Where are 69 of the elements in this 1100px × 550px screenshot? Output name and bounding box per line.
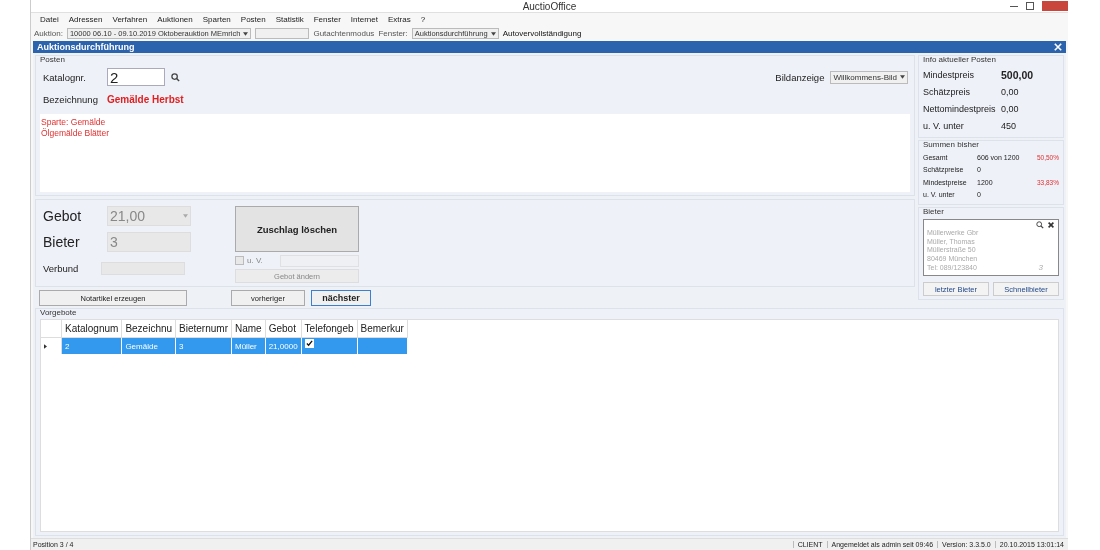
column-header[interactable]: Bieternumr bbox=[175, 320, 232, 338]
caret-icon bbox=[183, 214, 188, 218]
search-icon[interactable] bbox=[171, 72, 180, 82]
caret-icon bbox=[490, 31, 496, 36]
designation-label: Bezeichnung bbox=[42, 93, 99, 105]
auction-label: Auktion: bbox=[34, 29, 63, 38]
image-display-label: Bildanzeige bbox=[775, 71, 825, 83]
menu-item[interactable]: Adressen bbox=[63, 15, 108, 24]
minimize-icon[interactable] bbox=[1010, 5, 1018, 7]
column-header[interactable]: Name bbox=[231, 320, 266, 338]
search-icon[interactable] bbox=[1036, 221, 1044, 229]
group-bid-field[interactable] bbox=[101, 261, 185, 275]
row-pointer-icon bbox=[44, 343, 47, 349]
note-line: Ölgemälde Blätter bbox=[41, 128, 111, 139]
note-line: Sparte: Gemälde bbox=[41, 117, 107, 128]
column-header[interactable]: Bezeichnu bbox=[121, 320, 176, 338]
menu-item[interactable]: ? bbox=[415, 15, 431, 24]
column-header[interactable]: Telefongeb bbox=[301, 320, 358, 338]
info-label: u. V. unter bbox=[923, 120, 965, 131]
column-header[interactable]: Katalognum bbox=[61, 320, 122, 338]
menu-item[interactable]: Posten bbox=[235, 15, 271, 24]
menu-item[interactable]: Fenster bbox=[308, 15, 346, 24]
menu-item[interactable]: Verfahren bbox=[107, 15, 153, 24]
info-label: Schätzpreis bbox=[923, 86, 972, 97]
group-legend: Info aktueller Posten bbox=[923, 55, 996, 64]
group-legend: Summen bisher bbox=[923, 140, 980, 149]
notes-area[interactable]: Sparte: Gemälde Ölgemälde Blätter bbox=[40, 114, 910, 192]
child-window-title: Auktionsdurchführung bbox=[37, 42, 135, 52]
group-legend: Vorgebote bbox=[40, 308, 77, 317]
menu-item[interactable]: Extras bbox=[383, 15, 416, 24]
checkbox[interactable] bbox=[304, 339, 314, 348]
column-header[interactable]: Gebot bbox=[265, 320, 302, 338]
close-icon[interactable] bbox=[1054, 43, 1062, 51]
designation-value: Gemälde Herbst bbox=[107, 93, 184, 105]
info-value: 0,00 bbox=[1001, 103, 1019, 114]
info-label: Mindestpreis bbox=[923, 69, 976, 80]
group-legend: Bieter bbox=[923, 207, 944, 216]
checkbox[interactable] bbox=[235, 256, 244, 265]
group-legend: Posten bbox=[40, 55, 65, 64]
clear-hammer-button[interactable]: Zuschlag löschen bbox=[235, 206, 359, 252]
maximize-icon[interactable] bbox=[1026, 2, 1034, 10]
info-label: Nettomindestpreis bbox=[923, 103, 997, 114]
bidder-number: 3 bbox=[1038, 263, 1043, 273]
group-bid-label: Verbund bbox=[42, 262, 80, 274]
catalog-field[interactable]: 2 bbox=[107, 68, 165, 86]
window-title: AuctioOffice bbox=[522, 0, 577, 12]
window-label: Fenster: bbox=[378, 29, 408, 38]
menu-item[interactable]: Statistik bbox=[270, 15, 309, 24]
catalog-label: Katalognr. bbox=[42, 71, 87, 83]
info-value: 450 bbox=[1001, 120, 1017, 131]
info-value: 500,00 bbox=[1001, 68, 1034, 81]
caret-icon bbox=[900, 75, 905, 79]
gutachten-button[interactable]: Gutachtenmodus bbox=[313, 29, 375, 38]
text-field[interactable] bbox=[280, 254, 359, 267]
caret-icon bbox=[243, 31, 249, 36]
bidder-label: Bieter bbox=[42, 234, 81, 250]
image-dropdown[interactable]: Willkommens-Bild bbox=[830, 70, 908, 84]
autocomplete-button[interactable]: Autovervollständigung bbox=[502, 29, 582, 38]
checkbox-label: u. V. bbox=[247, 256, 264, 265]
menu-item[interactable]: Datei bbox=[35, 15, 64, 24]
bid-label: Gebot bbox=[42, 208, 83, 224]
menu-item[interactable]: Internet bbox=[345, 15, 383, 24]
menu-item[interactable]: Auktionen bbox=[152, 15, 198, 24]
text-field[interactable] bbox=[255, 28, 310, 39]
column-header[interactable]: Bemerkur bbox=[357, 320, 408, 338]
action-button[interactable]: nächster bbox=[311, 290, 371, 306]
menu-item[interactable]: Sparten bbox=[197, 15, 236, 24]
clear-icon[interactable] bbox=[1047, 221, 1055, 229]
info-value: 0,00 bbox=[1001, 86, 1019, 97]
